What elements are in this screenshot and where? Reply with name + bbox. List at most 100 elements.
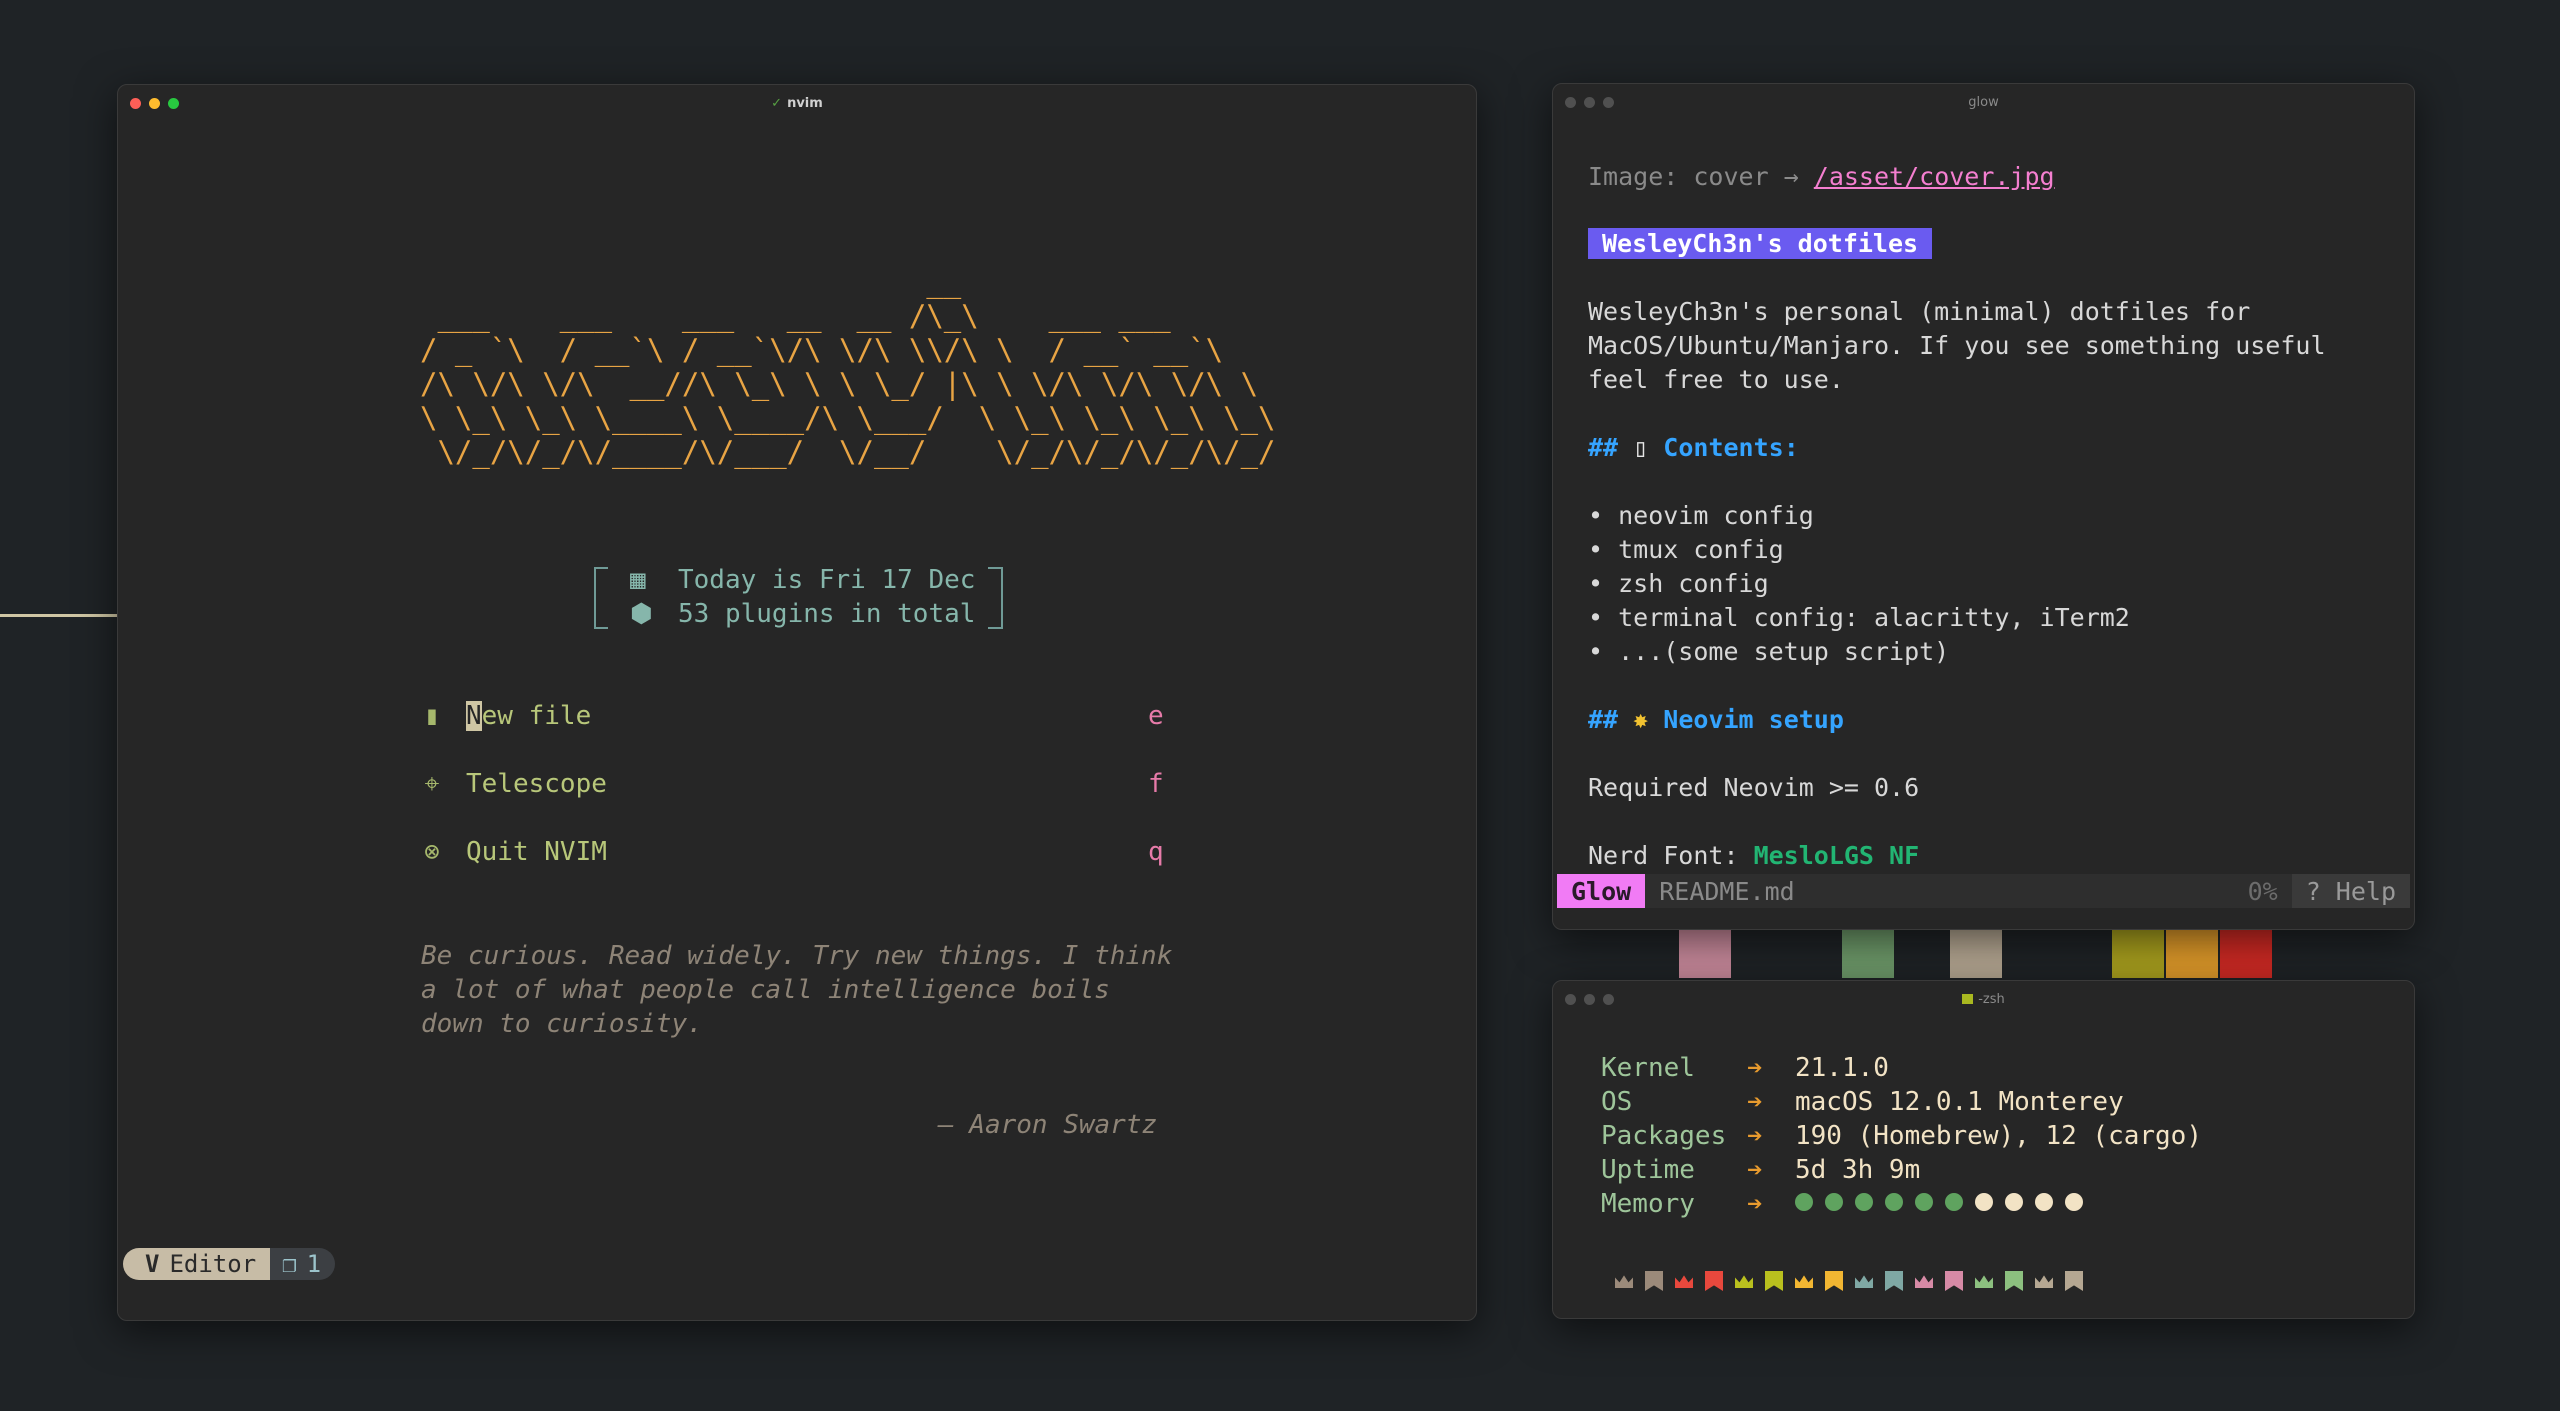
sysinfo-value: 21.1.0 [1795, 1053, 1889, 1083]
arrow-icon: ➔ [1747, 1087, 1763, 1117]
memory-dot [1975, 1193, 1993, 1211]
intro-line: MacOS/Ubuntu/Manjaro. If you see somethi… [1588, 331, 2326, 360]
calendar-icon: ▦ [630, 565, 646, 595]
memory-dot [1885, 1193, 1903, 1211]
zoom-button[interactable] [168, 98, 179, 109]
sysinfo-label: OS [1601, 1087, 1633, 1117]
memory-dot [2005, 1193, 2023, 1211]
neovim-setup-heading: ## ✸ Neovim setup [1588, 705, 1844, 734]
crown-icon [1975, 1275, 1993, 1288]
sysinfo-value: 5d 3h 9m [1795, 1155, 1921, 1185]
bookmark-icon [1885, 1271, 1903, 1291]
shortcut-key: f [1148, 769, 1164, 799]
sysinfo-label: Packages [1601, 1121, 1727, 1151]
telescope-icon: ⌖ [424, 769, 440, 799]
sysinfo-value: macOS 12.0.1 Monterey [1795, 1087, 2124, 1117]
wallpaper-swatch [2166, 930, 2218, 978]
menu-telescope[interactable]: Telescope [466, 767, 607, 801]
book-icon: ▯ [1633, 433, 1649, 462]
glow-window[interactable]: glow Image: cover → /asset/cover.jpg Wes… [1552, 83, 2415, 930]
bookmark-icon [2005, 1271, 2023, 1291]
quote-author: – Aaron Swartz [938, 1110, 1158, 1140]
zoom-button[interactable] [1603, 97, 1614, 108]
arrow-icon: ➔ [1747, 1121, 1763, 1151]
bookmark-icon [1645, 1271, 1663, 1291]
close-button[interactable] [1565, 994, 1576, 1005]
list-item: • tmux config [1588, 535, 1784, 564]
shortcut-key: q [1148, 837, 1164, 867]
plugins-count-text: 53 plugins in total [678, 599, 976, 629]
mode-indicator: V Editor [123, 1248, 271, 1280]
memory-dot [1915, 1193, 1933, 1211]
minimize-button[interactable] [1584, 994, 1595, 1005]
readme-heading: WesleyCh3n's dotfiles [1588, 227, 1933, 261]
sysinfo-label: Uptime [1601, 1155, 1695, 1185]
list-item: • terminal config: alacritty, iTerm2 [1588, 603, 2130, 632]
quote-text: Be curious. Read widely. Try new things.… [421, 941, 1173, 1039]
wallpaper-swatch [1950, 930, 2002, 978]
memory-dot [2065, 1193, 2083, 1211]
list-item: • zsh config [1588, 569, 1769, 598]
help-button[interactable]: ? Help [2291, 874, 2410, 908]
tabs-icon: ❐ [282, 1250, 297, 1278]
crown-icon [1915, 1275, 1933, 1288]
crown-icon [1675, 1275, 1693, 1288]
file-name: README.md [1659, 876, 1795, 906]
zoom-button[interactable] [1603, 994, 1614, 1005]
color-palette [1615, 1271, 2083, 1291]
star-icon: ✸ [1633, 705, 1649, 734]
menu-new-file[interactable]: New file [466, 699, 591, 733]
menu-quit-nvim[interactable]: Quit NVIM [466, 835, 607, 869]
wallpaper-swatch [2112, 930, 2164, 978]
statusline: V Editor ❐ 1 [123, 1248, 336, 1280]
memory-dot [1795, 1193, 1813, 1211]
list-item: • ...(some setup script) [1588, 637, 1950, 666]
tab-count[interactable]: ❐ 1 [270, 1248, 336, 1280]
sysinfo-value: 190 (Homebrew), 12 (cargo) [1795, 1121, 2202, 1151]
glow-app-badge: Glow [1557, 874, 1646, 908]
background-line [0, 614, 117, 617]
cursor-block: N [466, 701, 482, 731]
neovim-icon: ✓ [771, 95, 783, 111]
minimize-button[interactable] [1584, 97, 1595, 108]
image-line: Image: cover → /asset/cover.jpg [1588, 162, 2055, 191]
crown-icon [1615, 1275, 1633, 1288]
list-item: • neovim config [1588, 501, 1814, 530]
memory-meter [1795, 1193, 2083, 1211]
bookmark-icon [2065, 1271, 2083, 1291]
bookmark-icon [1765, 1271, 1783, 1291]
nvim-titlebar[interactable]: ✓ nvim [118, 85, 1476, 121]
package-icon: ⬢ [630, 599, 653, 629]
zsh-window[interactable]: -zsh Kernel ➔ 21.1.0 OS ➔ macOS 12.0.1 M… [1552, 980, 2415, 1319]
crown-icon [1795, 1275, 1813, 1288]
sysinfo-label: Memory [1601, 1189, 1695, 1219]
scroll-percent: 0% [2247, 876, 2278, 906]
image-link[interactable]: /asset/cover.jpg [1814, 162, 2055, 191]
close-button[interactable] [130, 98, 141, 109]
nerd-font-line: Nerd Font: MesloLGS NF [1588, 841, 1920, 870]
bookmark-icon [1705, 1271, 1723, 1291]
required-line: Required Neovim >= 0.6 [1588, 773, 1920, 802]
vim-icon: V [145, 1250, 160, 1278]
window-title: glow [1968, 94, 1999, 110]
wallpaper-swatch [2220, 930, 2272, 978]
file-icon: ▮ [424, 701, 440, 731]
crown-icon [1855, 1275, 1873, 1288]
minimize-button[interactable] [149, 98, 160, 109]
intro-line: WesleyCh3n's personal (minimal) dotfiles… [1588, 297, 2251, 326]
glow-statusbar: Glow README.md 0% ? Help [1557, 874, 2410, 908]
window-title: -zsh [1978, 991, 2005, 1007]
bookmark-icon [1825, 1271, 1843, 1291]
terminal-icon [1962, 994, 1974, 1004]
crown-icon [1735, 1275, 1753, 1288]
quit-icon: ⊗ [424, 837, 440, 867]
window-title: nvim [787, 95, 823, 111]
zsh-titlebar[interactable]: -zsh [1553, 981, 2414, 1017]
memory-dot [2035, 1193, 2053, 1211]
tab-count-value: 1 [306, 1250, 322, 1278]
nvim-window[interactable]: ✓ nvim __ ___ ___ ___ __ __ /\_\ ___ ___… [117, 84, 1477, 1321]
arrow-icon: ➔ [1747, 1155, 1763, 1185]
close-button[interactable] [1565, 97, 1576, 108]
glow-titlebar[interactable]: glow [1553, 84, 2414, 120]
sysinfo-label: Kernel [1601, 1053, 1695, 1083]
